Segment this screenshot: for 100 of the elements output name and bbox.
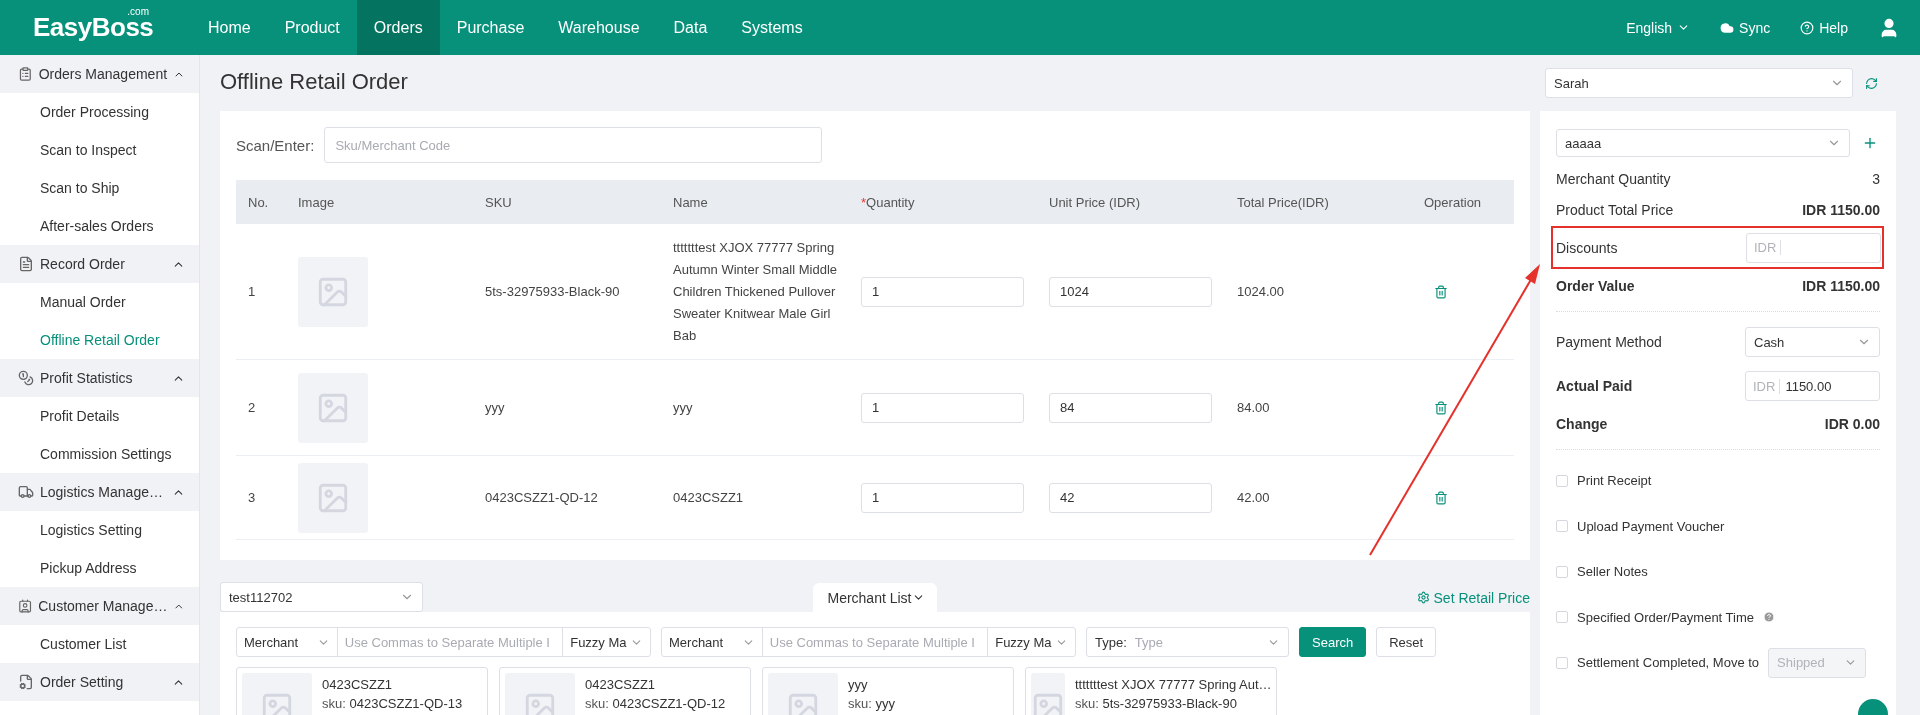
refresh-icon[interactable] <box>1865 76 1878 90</box>
nav-tab[interactable]: Orders <box>356 0 440 55</box>
field-select-value: Merchant <box>669 634 724 650</box>
nav-tab[interactable]: Data <box>656 0 725 55</box>
unit-price-input[interactable]: 84 <box>1049 392 1212 423</box>
product-sku: sku: 0423CSZZ1-QD-12 <box>585 696 726 711</box>
product-name: tttttttest XJOX 77777 Spring Aut… <box>1075 677 1272 692</box>
type-placeholder: Type <box>1134 634 1164 650</box>
checkbox[interactable] <box>1556 520 1568 533</box>
filter-field[interactable]: Merchant Use Commas to Separate Multiple I Fuzzy Ma <box>661 627 1076 657</box>
nav-tab[interactable]: Purchase <box>439 0 542 55</box>
sidebar-group[interactable]: Customer Manage… <box>0 587 199 625</box>
warehouse-select[interactable]: test112702 <box>220 582 423 612</box>
option-label: Specified Order/Payment Time <box>1577 609 1755 625</box>
clipboard-icon <box>18 66 33 82</box>
help-icon[interactable] <box>1763 611 1776 624</box>
filter-field[interactable]: Merchant Use Commas to Separate Multiple I Fuzzy Ma <box>236 627 651 657</box>
product-sku: sku: 0423CSZZ1-QD-13 <box>322 696 463 711</box>
product-card[interactable]: tttttttest XJOX 77777 Spring Aut… sku: 5ts-32975933-Black-90 <box>1025 667 1277 715</box>
nav-tab[interactable]: Systems <box>724 0 820 55</box>
table-cell-text: 1 <box>248 282 257 301</box>
add-icon[interactable] <box>1862 135 1878 151</box>
reset-button[interactable]: Reset <box>1376 627 1437 657</box>
sidebar-item[interactable]: Pickup Address <box>0 549 199 587</box>
table-cell-text: yyy <box>673 398 694 417</box>
type-select[interactable]: Type: Type <box>1086 627 1289 657</box>
table-cell-text: 0423CSZZ1 <box>673 488 745 507</box>
nav-tab[interactable]: Home <box>191 0 268 55</box>
option-label: Upload Payment Voucher <box>1577 518 1725 534</box>
set-retail-price-link[interactable]: Set Retail Price <box>1416 579 1530 606</box>
sidebar-item[interactable]: After-sales Orders <box>0 207 199 245</box>
sidebar-group[interactable]: Profit Statistics <box>0 359 199 397</box>
sidebar-item[interactable]: Profit Details <box>0 397 199 435</box>
column-header: Image <box>298 194 336 210</box>
sidebar-item[interactable]: Scan to Ship <box>0 169 199 207</box>
document-icon <box>18 256 34 272</box>
option-label: Settlement Completed, Move to <box>1577 655 1760 671</box>
customer-select[interactable]: aaaaa <box>1556 129 1850 157</box>
payment-select[interactable]: Cash <box>1745 327 1880 357</box>
image-placeholder <box>298 256 368 327</box>
sidebar-group[interactable]: Logistics Manage… <box>0 473 199 511</box>
column-header: Unit Price (IDR) <box>1049 194 1141 210</box>
product-name: 0423CSZZ1 <box>585 677 657 692</box>
image-placeholder <box>298 372 368 443</box>
checkbox[interactable] <box>1556 656 1568 669</box>
seller-select[interactable]: Sarah <box>1545 68 1853 98</box>
sidebar-item[interactable]: Scan to Inspect <box>0 131 199 169</box>
type-label: Type: <box>1095 634 1127 650</box>
summary-label: Actual Paid <box>1556 378 1633 394</box>
contact-card-icon <box>18 598 33 614</box>
product-name: yyy <box>848 677 869 692</box>
checkbox[interactable] <box>1556 474 1568 487</box>
amount-input[interactable]: IDR 1150.00 <box>1745 371 1880 401</box>
nav-tab[interactable]: Warehouse <box>541 0 657 55</box>
delete-icon[interactable] <box>1434 400 1448 415</box>
input-placeholder: Use Commas to Separate Multiple I <box>344 634 550 650</box>
summary-value: IDR 0.00 <box>1824 415 1880 432</box>
summary-value: IDR 1150.00 <box>1802 201 1880 218</box>
sidebar-item[interactable]: Logistics Setting <box>0 511 199 549</box>
quantity-input[interactable]: 1 <box>861 482 1024 513</box>
merchant-list-tab[interactable]: Merchant List <box>813 583 937 612</box>
sidebar-item[interactable]: Offline Retail Order <box>0 321 199 359</box>
scan-input[interactable]: Sku/Merchant Code <box>324 127 823 163</box>
quantity-input[interactable]: 1 <box>861 276 1024 307</box>
summary-label: Product Total Price <box>1556 201 1674 218</box>
product-card[interactable]: 0423CSZZ1 sku: 0423CSZZ1-QD-13 <box>236 667 488 715</box>
sidebar-group[interactable]: Orders Management <box>0 55 199 93</box>
sidebar-item[interactable]: Commission Settings <box>0 435 199 473</box>
column-header: SKU <box>485 194 513 210</box>
document-gear-icon <box>18 674 34 690</box>
match-select-value: Fuzzy Ma <box>995 634 1052 650</box>
sidebar-group[interactable]: Order Setting <box>0 663 199 701</box>
sidebar-item[interactable]: Customer List <box>0 625 199 663</box>
sidebar-item[interactable]: Manual Order <box>0 283 199 321</box>
summary-label: Discounts <box>1556 239 1618 256</box>
quantity-input[interactable]: 1 <box>861 392 1024 423</box>
table-cell-text: 0423CSZZ1-QD-12 <box>485 488 599 507</box>
summary-label: Order Value <box>1556 277 1635 294</box>
sync-button[interactable]: Sync <box>1720 0 1771 55</box>
delete-icon[interactable] <box>1434 284 1448 299</box>
sidebar-group[interactable]: Record Order <box>0 245 199 283</box>
delete-icon[interactable] <box>1434 490 1448 505</box>
table-cell-text: 2 <box>248 398 257 417</box>
nav-tab[interactable]: Product <box>267 0 357 55</box>
checkbox[interactable] <box>1556 565 1568 578</box>
table-cell-text: 42.00 <box>1237 488 1271 507</box>
product-name: 0423CSZZ1 <box>322 677 394 692</box>
product-card[interactable]: 0423CSZZ1 sku: 0423CSZZ1-QD-12 <box>499 667 751 715</box>
checkbox[interactable] <box>1556 611 1568 624</box>
search-button[interactable]: Search <box>1299 627 1367 657</box>
language-menu[interactable]: English <box>1626 0 1691 55</box>
cloud-icon <box>1720 20 1735 35</box>
sidebar-item[interactable]: Order Processing <box>0 93 199 131</box>
match-select-value: Fuzzy Ma <box>570 634 627 650</box>
summary-label: Change <box>1556 415 1608 432</box>
unit-price-input[interactable]: 1024 <box>1049 276 1212 307</box>
help-button[interactable]: Help <box>1800 0 1848 55</box>
unit-price-input[interactable]: 42 <box>1049 482 1212 513</box>
product-card[interactable]: yyy sku: yyy <box>762 667 1014 715</box>
column-header: Total Price(IDR) <box>1237 194 1330 210</box>
